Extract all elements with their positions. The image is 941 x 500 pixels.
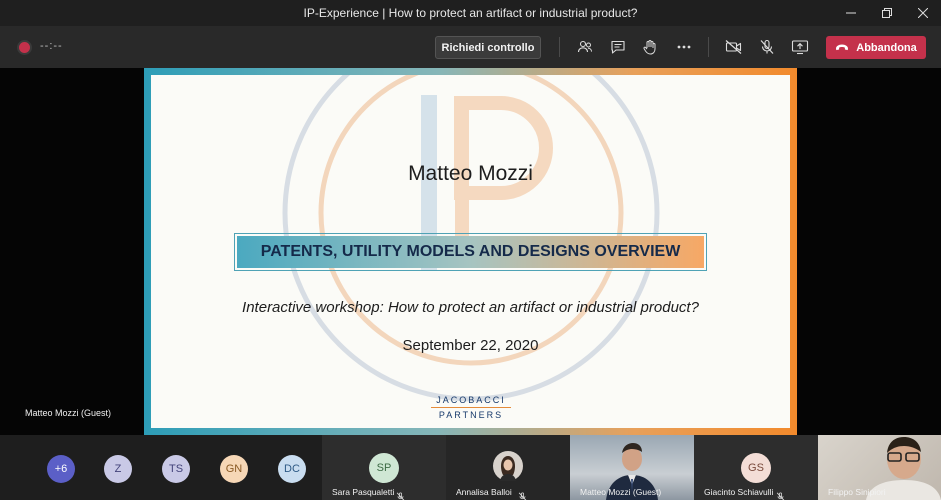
- more-options-icon[interactable]: [675, 38, 693, 56]
- recording-indicator: [19, 42, 30, 53]
- mic-off-icon: [776, 488, 785, 500]
- participant-name: Matteo Mozzi (Guest): [580, 487, 662, 497]
- mic-off-icon: [396, 488, 405, 500]
- toolbar-divider: [559, 37, 560, 57]
- presenter-label: Matteo Mozzi (Guest): [25, 408, 112, 418]
- mic-off-icon: [518, 488, 527, 500]
- phone-hangup-icon: [835, 42, 849, 54]
- share-screen-icon[interactable]: [791, 38, 809, 56]
- mic-off-icon[interactable]: [758, 38, 776, 56]
- participant-avatar: GS: [741, 453, 771, 483]
- meeting-timer: --:--: [40, 40, 63, 52]
- slide-subtitle: Interactive workshop: How to protect an …: [242, 299, 699, 316]
- leave-button[interactable]: Abbandona: [826, 36, 926, 59]
- window-title: IP-Experience | How to protect an artifa…: [303, 6, 638, 20]
- close-icon[interactable]: [905, 0, 941, 26]
- participant-tile[interactable]: Annalisa Balloi: [446, 435, 570, 500]
- title-bar: IP-Experience | How to protect an artifa…: [0, 0, 941, 26]
- shared-content-stage: Matteo Mozzi PATENTS, UTILITY MODELS AND…: [0, 68, 941, 435]
- participant-name: Giacinto Schiavulli: [704, 487, 774, 497]
- toolbar-divider: [708, 37, 709, 57]
- participant-avatar[interactable]: DC: [278, 455, 306, 483]
- logo-divider: [431, 407, 511, 408]
- camera-off-icon[interactable]: [725, 38, 743, 56]
- participant-name: Sara Pasqualetti: [332, 487, 395, 497]
- teams-meeting-window: IP-Experience | How to protect an artifa…: [0, 0, 941, 500]
- participant-photo: [493, 451, 523, 481]
- participant-avatar: SP: [369, 453, 399, 483]
- slide-heading: PATENTS, UTILITY MODELS AND DESIGNS OVER…: [237, 236, 704, 268]
- participant-video-tile[interactable]: Filippo Sinipiori: [818, 435, 941, 500]
- more-participants-avatar[interactable]: +6: [47, 455, 75, 483]
- participant-tile[interactable]: GS Giacinto Schiavulli: [694, 435, 818, 500]
- participant-video-tile[interactable]: Matteo Mozzi (Guest): [570, 435, 694, 500]
- leave-button-label: Abbandona: [856, 41, 917, 54]
- participants-strip: +6 Z TS GN DC SP Sara Pasqualetti Annali…: [0, 435, 941, 500]
- meeting-toolbar: --:-- Richiedi controllo Abbandona: [0, 26, 941, 68]
- presentation-frame: Matteo Mozzi PATENTS, UTILITY MODELS AND…: [144, 68, 797, 435]
- chat-icon[interactable]: [609, 38, 627, 56]
- participant-avatar[interactable]: TS: [162, 455, 190, 483]
- participant-avatar[interactable]: Z: [104, 455, 132, 483]
- participant-name: Annalisa Balloi: [456, 487, 512, 497]
- presentation-slide: Matteo Mozzi PATENTS, UTILITY MODELS AND…: [151, 75, 790, 428]
- participant-avatar[interactable]: GN: [220, 455, 248, 483]
- participants-icon[interactable]: [576, 38, 594, 56]
- slide-presenter-name: Matteo Mozzi: [408, 162, 533, 185]
- participant-name: Filippo Sinipiori: [828, 487, 886, 497]
- request-control-button[interactable]: Richiedi controllo: [435, 36, 541, 59]
- company-logo: JACOBACCI PARTNERS: [423, 395, 519, 420]
- minimize-icon[interactable]: [833, 0, 869, 26]
- raise-hand-icon[interactable]: [641, 38, 659, 56]
- logo-line-1: JACOBACCI: [436, 395, 506, 405]
- restore-icon[interactable]: [869, 0, 905, 26]
- participant-tile[interactable]: SP Sara Pasqualetti: [322, 435, 446, 500]
- slide-heading-banner: PATENTS, UTILITY MODELS AND DESIGNS OVER…: [234, 233, 707, 271]
- logo-line-2: PARTNERS: [438, 410, 504, 420]
- window-controls: [833, 0, 941, 26]
- slide-date: September 22, 2020: [402, 337, 539, 354]
